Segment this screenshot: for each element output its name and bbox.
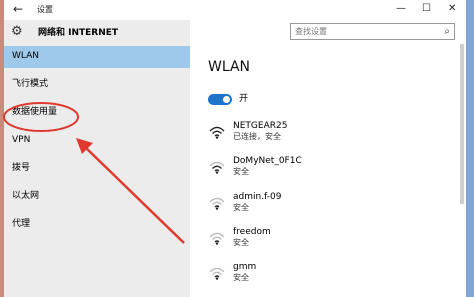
network-status: 安全 bbox=[233, 273, 249, 282]
network-item[interactable]: freedom 安全 bbox=[208, 227, 428, 257]
window-title: 设置 bbox=[37, 5, 53, 14]
search-input[interactable] bbox=[291, 24, 435, 39]
sidebar-item-data-usage[interactable]: 数据使用量 bbox=[4, 102, 190, 124]
gear-icon: ⚙ bbox=[11, 24, 23, 39]
network-item[interactable]: DoMyNet_0F1C 安全 bbox=[208, 156, 428, 186]
title-bar: ← 设置 — ☐ ✕ bbox=[4, 0, 466, 20]
network-ssid: NETGEAR25 bbox=[233, 121, 288, 131]
network-status: 安全 bbox=[233, 167, 249, 176]
sidebar-item-dial-up[interactable]: 拨号 bbox=[4, 158, 190, 180]
sidebar-heading: 网络和 INTERNET bbox=[38, 28, 119, 38]
sidebar-item-label: 数据使用量 bbox=[12, 107, 58, 117]
network-ssid: gmm bbox=[233, 262, 257, 272]
toggle-knob bbox=[223, 96, 230, 103]
network-ssid: DoMyNet_0F1C bbox=[233, 156, 302, 166]
sidebar-item-airplane-mode[interactable]: 飞行模式 bbox=[4, 74, 190, 96]
sidebar-item-ethernet[interactable]: 以太网 bbox=[4, 186, 190, 208]
network-ssid: freedom bbox=[233, 227, 271, 237]
sidebar: ⚙ 网络和 INTERNET WLAN 飞行模式 数据使用量 VPN 拨号 以太… bbox=[4, 20, 190, 297]
sidebar-item-label: WLAN bbox=[12, 51, 40, 61]
wifi-icon bbox=[209, 267, 225, 280]
sidebar-item-wlan[interactable]: WLAN bbox=[4, 46, 190, 68]
settings-window: ← 设置 — ☐ ✕ ⚙ 网络和 INTERNET WLAN 飞行模式 数据使用… bbox=[4, 0, 466, 297]
sidebar-item-label: 拨号 bbox=[12, 163, 31, 173]
sidebar-item-label: VPN bbox=[12, 135, 31, 145]
scrollbar-thumb[interactable] bbox=[460, 44, 464, 204]
search-icon[interactable]: ⌕ bbox=[444, 25, 450, 38]
main-panel: ⌕ WLAN 开 NETGEAR25 已连接，安全 DoMyNet bbox=[190, 20, 466, 297]
wifi-icon bbox=[209, 232, 225, 245]
search-box[interactable]: ⌕ bbox=[290, 23, 455, 40]
sidebar-item-label: 代理 bbox=[12, 219, 31, 229]
network-item[interactable]: gmm 安全 bbox=[208, 262, 428, 292]
wifi-icon bbox=[209, 197, 225, 210]
network-status: 安全 bbox=[233, 238, 249, 247]
wifi-icon bbox=[209, 126, 225, 139]
maximize-button[interactable]: ☐ bbox=[422, 3, 431, 15]
network-status: 安全 bbox=[233, 203, 249, 212]
network-status: 已连接，安全 bbox=[233, 132, 281, 141]
sidebar-item-vpn[interactable]: VPN bbox=[4, 130, 190, 152]
sidebar-item-proxy[interactable]: 代理 bbox=[4, 214, 190, 236]
background-edge-right bbox=[466, 0, 474, 297]
close-button[interactable]: ✕ bbox=[448, 3, 456, 15]
toggle-state-label: 开 bbox=[239, 94, 249, 104]
wlan-toggle[interactable] bbox=[208, 94, 232, 105]
network-item[interactable]: admin.f-09 安全 bbox=[208, 192, 428, 222]
page-title: WLAN bbox=[208, 59, 251, 75]
minimize-button[interactable]: — bbox=[396, 3, 406, 15]
sidebar-item-label: 以太网 bbox=[12, 191, 40, 201]
network-item[interactable]: NETGEAR25 已连接，安全 bbox=[208, 121, 428, 151]
network-ssid: admin.f-09 bbox=[233, 192, 282, 202]
sidebar-item-label: 飞行模式 bbox=[12, 79, 49, 89]
back-arrow-icon[interactable]: ← bbox=[13, 3, 23, 15]
wifi-icon bbox=[209, 161, 225, 174]
